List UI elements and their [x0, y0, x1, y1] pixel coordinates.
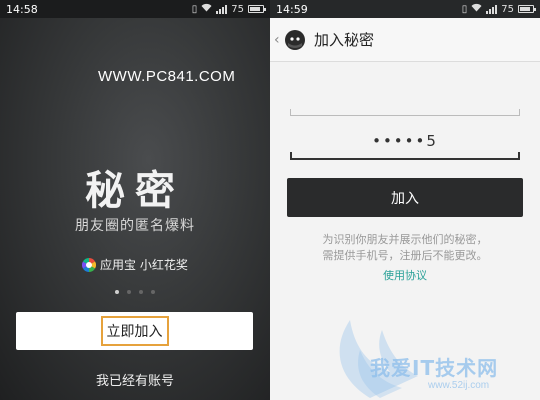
vibrate-icon: ▯ [191, 3, 198, 15]
battery-level: 75 [501, 3, 514, 15]
app-logo-icon [284, 29, 306, 51]
wifi-icon [471, 3, 482, 15]
password-field[interactable]: •••••5 [290, 124, 520, 160]
page-dot [139, 290, 143, 294]
appstore-logo-icon [82, 257, 96, 272]
signal-icon [216, 4, 228, 14]
battery-icon [518, 5, 536, 13]
right-screen: 14:59 ▯ 75 ‹ 加入秘密 •••••5 加入 为识别你朋友并展示他们的… [270, 0, 540, 400]
vibrate-icon: ▯ [461, 3, 468, 15]
status-icons: ▯ 75 [191, 3, 266, 15]
hint-line: 需提供手机号，注册后不能更改。 [322, 249, 488, 262]
status-icons: ▯ 75 [461, 3, 536, 15]
status-time: 14:58 [6, 2, 38, 16]
site-watermark-url: www.52ij.com [428, 380, 490, 391]
back-chevron-icon[interactable]: ‹ [274, 32, 284, 48]
left-screen: 14:58 ▯ 75 WWW.PC841.COM 秘密 朋友圈的匿名爆料 应用宝… [0, 0, 270, 400]
join-now-button[interactable]: 立即加入 [16, 312, 253, 350]
terms-link[interactable]: 使用协议 [270, 267, 540, 283]
page-dot [127, 290, 131, 294]
app-title: 秘密 [85, 168, 185, 214]
join-button[interactable]: 加入 [287, 178, 523, 217]
site-watermark: WWW.PC841.COM [98, 68, 236, 85]
header-bar: ‹ 加入秘密 [270, 18, 540, 62]
page-indicator [0, 290, 270, 294]
phone-number-field[interactable] [290, 80, 520, 116]
page-dot [115, 290, 119, 294]
award-label: 应用宝 小红花奖 [100, 258, 188, 272]
site-watermark-text: 我爱IT技术网 [370, 356, 499, 380]
join-now-label: 立即加入 [100, 316, 169, 346]
status-time: 14:59 [276, 2, 308, 16]
hint-line: 为识别你朋友并展示他们的秘密， [322, 233, 488, 246]
have-account-link[interactable]: 我已经有账号 [0, 370, 270, 389]
page-dot [151, 290, 155, 294]
page-title: 加入秘密 [314, 31, 375, 49]
award-badge: 应用宝 小红花奖 [82, 256, 188, 273]
app-tagline: 朋友圈的匿名爆料 [75, 218, 195, 234]
battery-level: 75 [231, 3, 244, 15]
battery-icon [248, 5, 266, 13]
signal-icon [486, 4, 498, 14]
status-bar: 14:58 ▯ 75 [0, 0, 270, 18]
phone-hint: 为识别你朋友并展示他们的秘密， 需提供手机号，注册后不能更改。 [270, 232, 540, 264]
status-bar: 14:59 ▯ 75 [270, 0, 540, 18]
wifi-icon [201, 3, 212, 15]
